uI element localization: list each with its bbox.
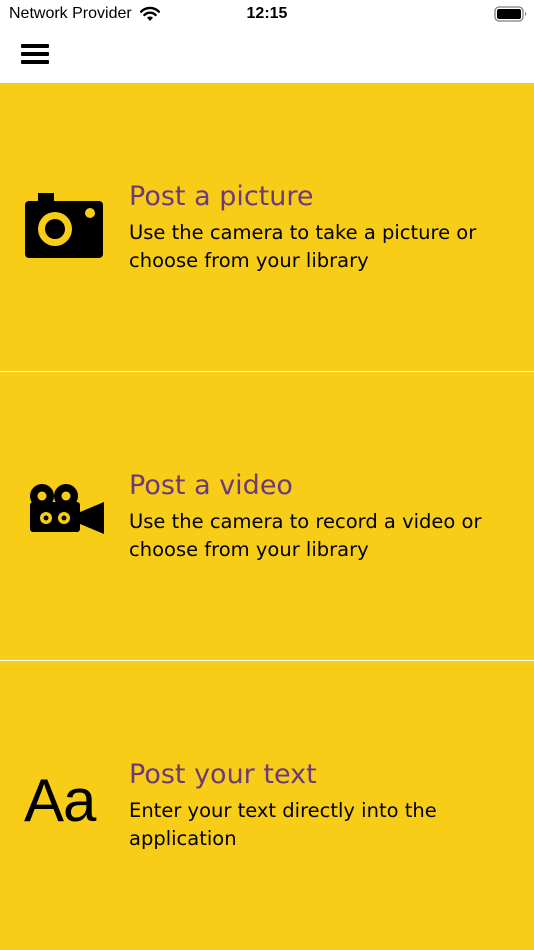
post-picture-option[interactable]: Post a picture Use the camera to take a …	[0, 83, 534, 371]
camera-icon	[25, 193, 103, 258]
option-title: Post a video	[129, 470, 293, 501]
option-title: Post a picture	[129, 181, 314, 212]
hamburger-menu-icon[interactable]	[18, 40, 52, 70]
status-bar: Network Provider 12:15	[0, 0, 534, 28]
post-options-list: Post a picture Use the camera to take a …	[0, 83, 534, 950]
post-text-option[interactable]: Aa Post your text Enter your text direct…	[0, 661, 534, 950]
navigation-bar	[0, 28, 534, 83]
post-video-option[interactable]: Post a video Use the camera to record a …	[0, 372, 534, 660]
video-camera-icon	[30, 484, 104, 534]
option-title: Post your text	[129, 759, 317, 790]
text-icon: Aa	[24, 767, 96, 834]
status-time: 12:15	[246, 5, 288, 22]
option-description: Use the camera to record a video or choo…	[129, 510, 482, 561]
option-description: Enter your text directly into the applic…	[129, 799, 437, 850]
battery-icon	[494, 6, 527, 22]
option-description: Use the camera to take a picture or choo…	[129, 221, 477, 272]
